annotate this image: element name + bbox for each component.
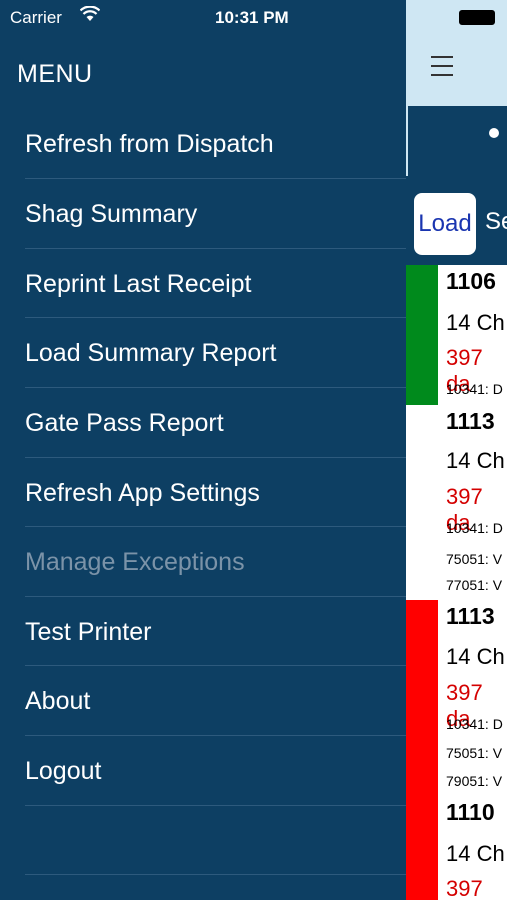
side-menu: MENU Refresh from Dispatch Shag Summary …	[0, 0, 406, 900]
wifi-icon	[79, 5, 101, 27]
row-line2: 14 Ch	[446, 310, 505, 335]
hamburger-menu-icon[interactable]	[431, 56, 453, 76]
carrier-label: Carrier	[10, 8, 62, 27]
row-id: 1113	[446, 603, 495, 629]
row-small-line: 10341: D	[446, 716, 503, 732]
menu-item-logout[interactable]: Logout	[25, 736, 405, 806]
status-stripe	[406, 265, 438, 405]
row-small-line: 75051: V	[446, 551, 503, 567]
list-item[interactable]: 1113 14 Ch 397 da 10341: D 75051: V 7705…	[406, 405, 507, 600]
menu-item-refresh-from-dispatch[interactable]: Refresh from Dispatch	[25, 109, 405, 179]
row-line3: 397 da	[446, 876, 483, 900]
battery-icon	[459, 10, 495, 25]
list-item[interactable]: 1106 14 Ch 397 da 10341: D	[406, 265, 507, 405]
page-indicator-dot	[489, 128, 499, 138]
status-stripe	[406, 796, 438, 900]
row-small-line: 10341: D	[446, 520, 503, 536]
row-small-line: 77051: V	[446, 577, 503, 593]
load-button[interactable]: Load	[414, 193, 476, 255]
status-stripe	[406, 405, 438, 600]
status-stripe	[406, 600, 438, 796]
row-id: 1113	[446, 408, 495, 434]
menu-item-reprint-last-receipt[interactable]: Reprint Last Receipt	[25, 249, 405, 319]
menu-divider	[25, 874, 406, 875]
row-line2: 14 Ch	[446, 644, 505, 669]
menu-item-manage-exceptions: Manage Exceptions	[25, 547, 245, 576]
menu-item-gate-pass-report[interactable]: Gate Pass Report	[25, 388, 405, 458]
search-label-partial: Se	[485, 208, 507, 235]
list-item[interactable]: 1113 14 Ch 397 da 10341: D 75051: V 7905…	[406, 600, 507, 796]
menu-item-refresh-app-settings[interactable]: Refresh App Settings	[25, 458, 405, 528]
row-small-line: 10341: D	[446, 381, 503, 397]
status-bar: Carrier 10:31 PM	[0, 0, 507, 36]
list-item[interactable]: 1110 14 Ch 397 da	[406, 796, 507, 900]
row-small-line: 79051: V	[446, 773, 503, 789]
row-id: 1106	[446, 268, 496, 294]
clock: 10:31 PM	[215, 8, 289, 27]
menu-item-about[interactable]: About	[25, 666, 405, 736]
menu-item-test-printer[interactable]: Test Printer	[25, 597, 405, 667]
row-line2: 14 Ch	[446, 448, 505, 473]
main-content: Load Se 1106 14 Ch 397 da 10341: D 1113 …	[406, 0, 507, 900]
menu-item-shag-summary[interactable]: Shag Summary	[25, 179, 405, 249]
segmented-control[interactable]	[406, 104, 507, 176]
row-small-line: 75051: V	[446, 745, 503, 761]
menu-item-load-summary-report[interactable]: Load Summary Report	[25, 318, 405, 388]
row-line2: 14 Ch	[446, 841, 505, 866]
menu-title: MENU	[17, 60, 93, 88]
row-id: 1110	[446, 799, 495, 825]
menu-divider	[25, 805, 406, 806]
